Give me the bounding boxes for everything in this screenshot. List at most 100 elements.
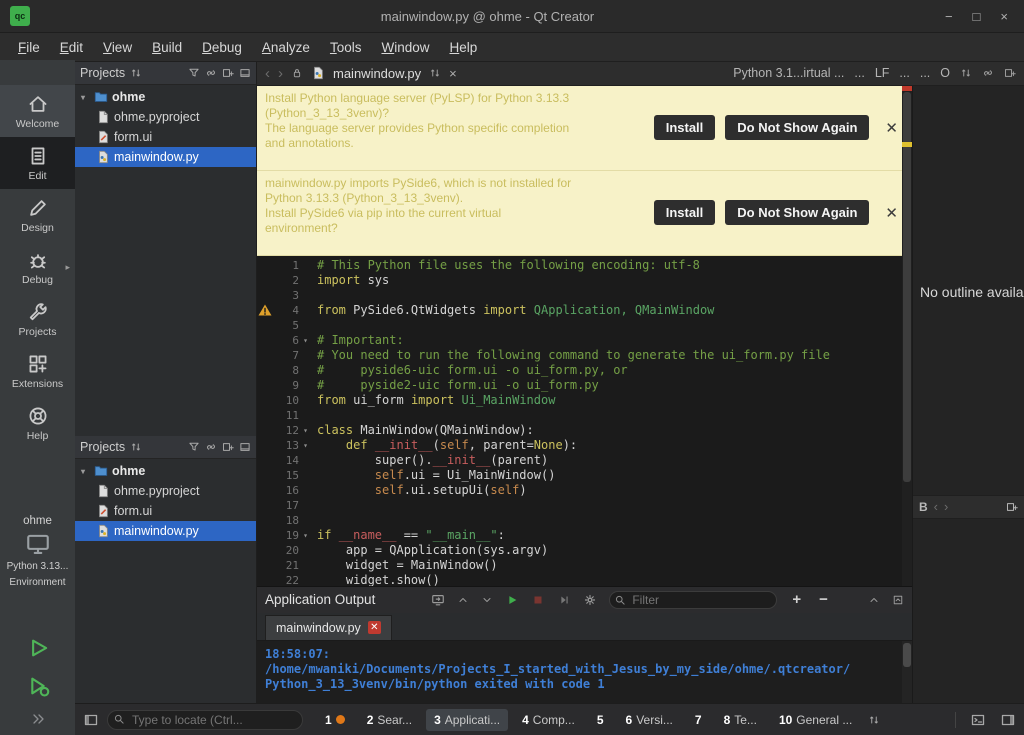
collapse-pane-icon[interactable] — [868, 594, 880, 606]
code-line[interactable]: 15 self.ui = Ui_MainWindow() — [257, 468, 912, 483]
do-not-show-again-button[interactable]: Do Not Show Again — [725, 115, 869, 140]
split-panel-icon[interactable] — [222, 67, 234, 79]
tree-item-form.ui[interactable]: form.ui — [75, 127, 256, 147]
close-tab-icon[interactable]: ✕ — [368, 621, 381, 634]
settings-gear-icon[interactable] — [583, 593, 597, 607]
split-panel-icon[interactable] — [222, 441, 234, 453]
menu-analyze[interactable]: Analyze — [252, 36, 320, 59]
menu-window[interactable]: Window — [371, 36, 439, 59]
output-scrollbar[interactable] — [902, 641, 912, 705]
close-document-icon[interactable]: × — [449, 66, 457, 81]
minimize-button[interactable]: − — [945, 9, 953, 24]
menu-debug[interactable]: Debug — [192, 36, 252, 59]
locator-input[interactable] — [107, 710, 303, 730]
code-line[interactable]: 9 # pyside2-uic form.ui -o ui_form.py — [257, 378, 912, 393]
skip-icon[interactable] — [557, 593, 571, 607]
code-line[interactable]: 14 super().__init__(parent) — [257, 453, 912, 468]
editor-scrollbar[interactable] — [902, 86, 912, 586]
pane-button-4[interactable]: 4 Comp... — [514, 709, 583, 731]
stop-icon[interactable] — [531, 593, 545, 607]
sync-with-editor-icon[interactable] — [205, 441, 217, 453]
pane-button-5[interactable]: 5 — [589, 709, 612, 731]
mode-welcome[interactable]: Welcome — [0, 85, 75, 137]
editor-scrollbar-thumb[interactable] — [903, 92, 911, 482]
pane-forward-icon[interactable]: › — [944, 499, 948, 514]
interpreter-selector[interactable]: Python 3.1...irtual ... — [733, 66, 844, 80]
pane-button-6[interactable]: 6 Versi... — [618, 709, 681, 731]
menu-file[interactable]: File — [8, 36, 50, 59]
pane-button-1[interactable]: 1 — [317, 709, 353, 731]
code-line[interactable]: 20 app = QApplication(sys.argv) — [257, 543, 912, 558]
mode-edit[interactable]: Edit — [0, 137, 75, 189]
tree-item-ohme[interactable]: ▾ ohme — [75, 461, 256, 481]
toolbar-overflow-1[interactable]: ... — [854, 66, 864, 80]
lock-icon[interactable] — [291, 67, 303, 79]
code-line[interactable]: 4 from PySide6.QtWidgets import QApplica… — [257, 303, 912, 318]
menu-help[interactable]: Help — [440, 36, 488, 59]
document-dropdown-icon[interactable] — [429, 67, 441, 79]
maximize-pane-icon[interactable] — [892, 594, 904, 606]
code-line[interactable]: 11 — [257, 408, 912, 423]
expander-icon[interactable]: ▾ — [81, 467, 90, 476]
next-item-icon[interactable] — [481, 594, 493, 606]
code-line[interactable]: 10 from ui_form import Ui_MainWindow — [257, 393, 912, 408]
rerun-icon[interactable] — [431, 593, 445, 607]
code-line[interactable]: 21 widget = MainWindow() — [257, 558, 912, 573]
pane-button-3[interactable]: 3 Applicati... — [426, 709, 508, 731]
tree-item-form.ui[interactable]: form.ui — [75, 501, 256, 521]
kit-selector[interactable]: ohme Python 3.13... Environment — [7, 515, 69, 589]
menu-build[interactable]: Build — [142, 36, 192, 59]
close-panel-icon[interactable] — [239, 67, 251, 79]
output-filter-input[interactable] — [609, 591, 777, 609]
run-debug-button[interactable] — [25, 673, 51, 699]
code-line[interactable]: 6 ▾ # Important: — [257, 333, 912, 348]
install-button[interactable]: Install — [654, 200, 716, 225]
code-line[interactable]: 18 — [257, 513, 912, 528]
code-line[interactable]: 17 — [257, 498, 912, 513]
toolbar-overflow-2[interactable]: ... — [899, 66, 909, 80]
tree-item-ohme.pyproject[interactable]: ohme.pyproject — [75, 107, 256, 127]
close-panel-icon[interactable] — [239, 441, 251, 453]
panel-mode-dropdown-icon[interactable] — [130, 441, 142, 453]
install-button[interactable]: Install — [654, 115, 716, 140]
line-ending-selector[interactable]: LF — [875, 66, 890, 80]
mode-design[interactable]: Design — [0, 189, 75, 241]
tree-item-mainwindow.py[interactable]: mainwindow.py — [75, 147, 256, 167]
fold-marker-icon[interactable]: ▾ — [299, 423, 312, 438]
overflow-menu[interactable]: O — [940, 66, 950, 80]
pane-button-8[interactable]: 8 Te... — [716, 709, 765, 731]
code-editor[interactable]: 1 # This Python file uses the following … — [257, 256, 912, 586]
zoom-out-button[interactable]: − — [816, 591, 831, 608]
split-editor-icon[interactable] — [1004, 67, 1016, 79]
mode-extensions[interactable]: Extensions — [0, 345, 75, 397]
menu-view[interactable]: View — [93, 36, 142, 59]
code-line[interactable]: 1 # This Python file uses the following … — [257, 258, 912, 273]
fold-marker-icon[interactable]: ▾ — [299, 333, 312, 348]
menu-tools[interactable]: Tools — [320, 36, 372, 59]
code-line[interactable]: 3 — [257, 288, 912, 303]
mode-debug[interactable]: Debug ▸ — [0, 241, 75, 293]
filter-icon[interactable] — [188, 67, 200, 79]
output-scrollbar-thumb[interactable] — [903, 643, 911, 667]
close-notification-icon[interactable]: ✕ — [879, 204, 904, 222]
code-line[interactable]: 13 ▾ def __init__(self, parent=None): — [257, 438, 912, 453]
split-pane-icon[interactable] — [1006, 501, 1018, 513]
filter-icon[interactable] — [188, 441, 200, 453]
tree-item-ohme.pyproject[interactable]: ohme.pyproject — [75, 481, 256, 501]
mode-help[interactable]: Help — [0, 397, 75, 449]
close-notification-icon[interactable]: ✕ — [879, 119, 904, 137]
expander-icon[interactable]: ▾ — [81, 93, 90, 102]
go-forward-icon[interactable]: › — [278, 65, 283, 82]
do-not-show-again-button[interactable]: Do Not Show Again — [725, 200, 869, 225]
code-line[interactable]: 8 # pyside6-uic form.ui -o ui_form.py, o… — [257, 363, 912, 378]
code-line[interactable]: 22 widget.show() — [257, 573, 912, 586]
maximize-button[interactable]: □ — [973, 9, 981, 24]
sync-with-editor-icon[interactable] — [205, 67, 217, 79]
run-output-icon[interactable] — [505, 593, 519, 607]
menu-edit[interactable]: Edit — [50, 36, 93, 59]
pane-button-2[interactable]: 2 Sear... — [359, 709, 420, 731]
pane-button-7[interactable]: 7 — [687, 709, 710, 731]
code-line[interactable]: 19 ▾ if __name__ == "__main__": — [257, 528, 912, 543]
output-tab[interactable]: mainwindow.py ✕ — [265, 615, 392, 640]
zoom-in-button[interactable]: + — [789, 591, 804, 608]
